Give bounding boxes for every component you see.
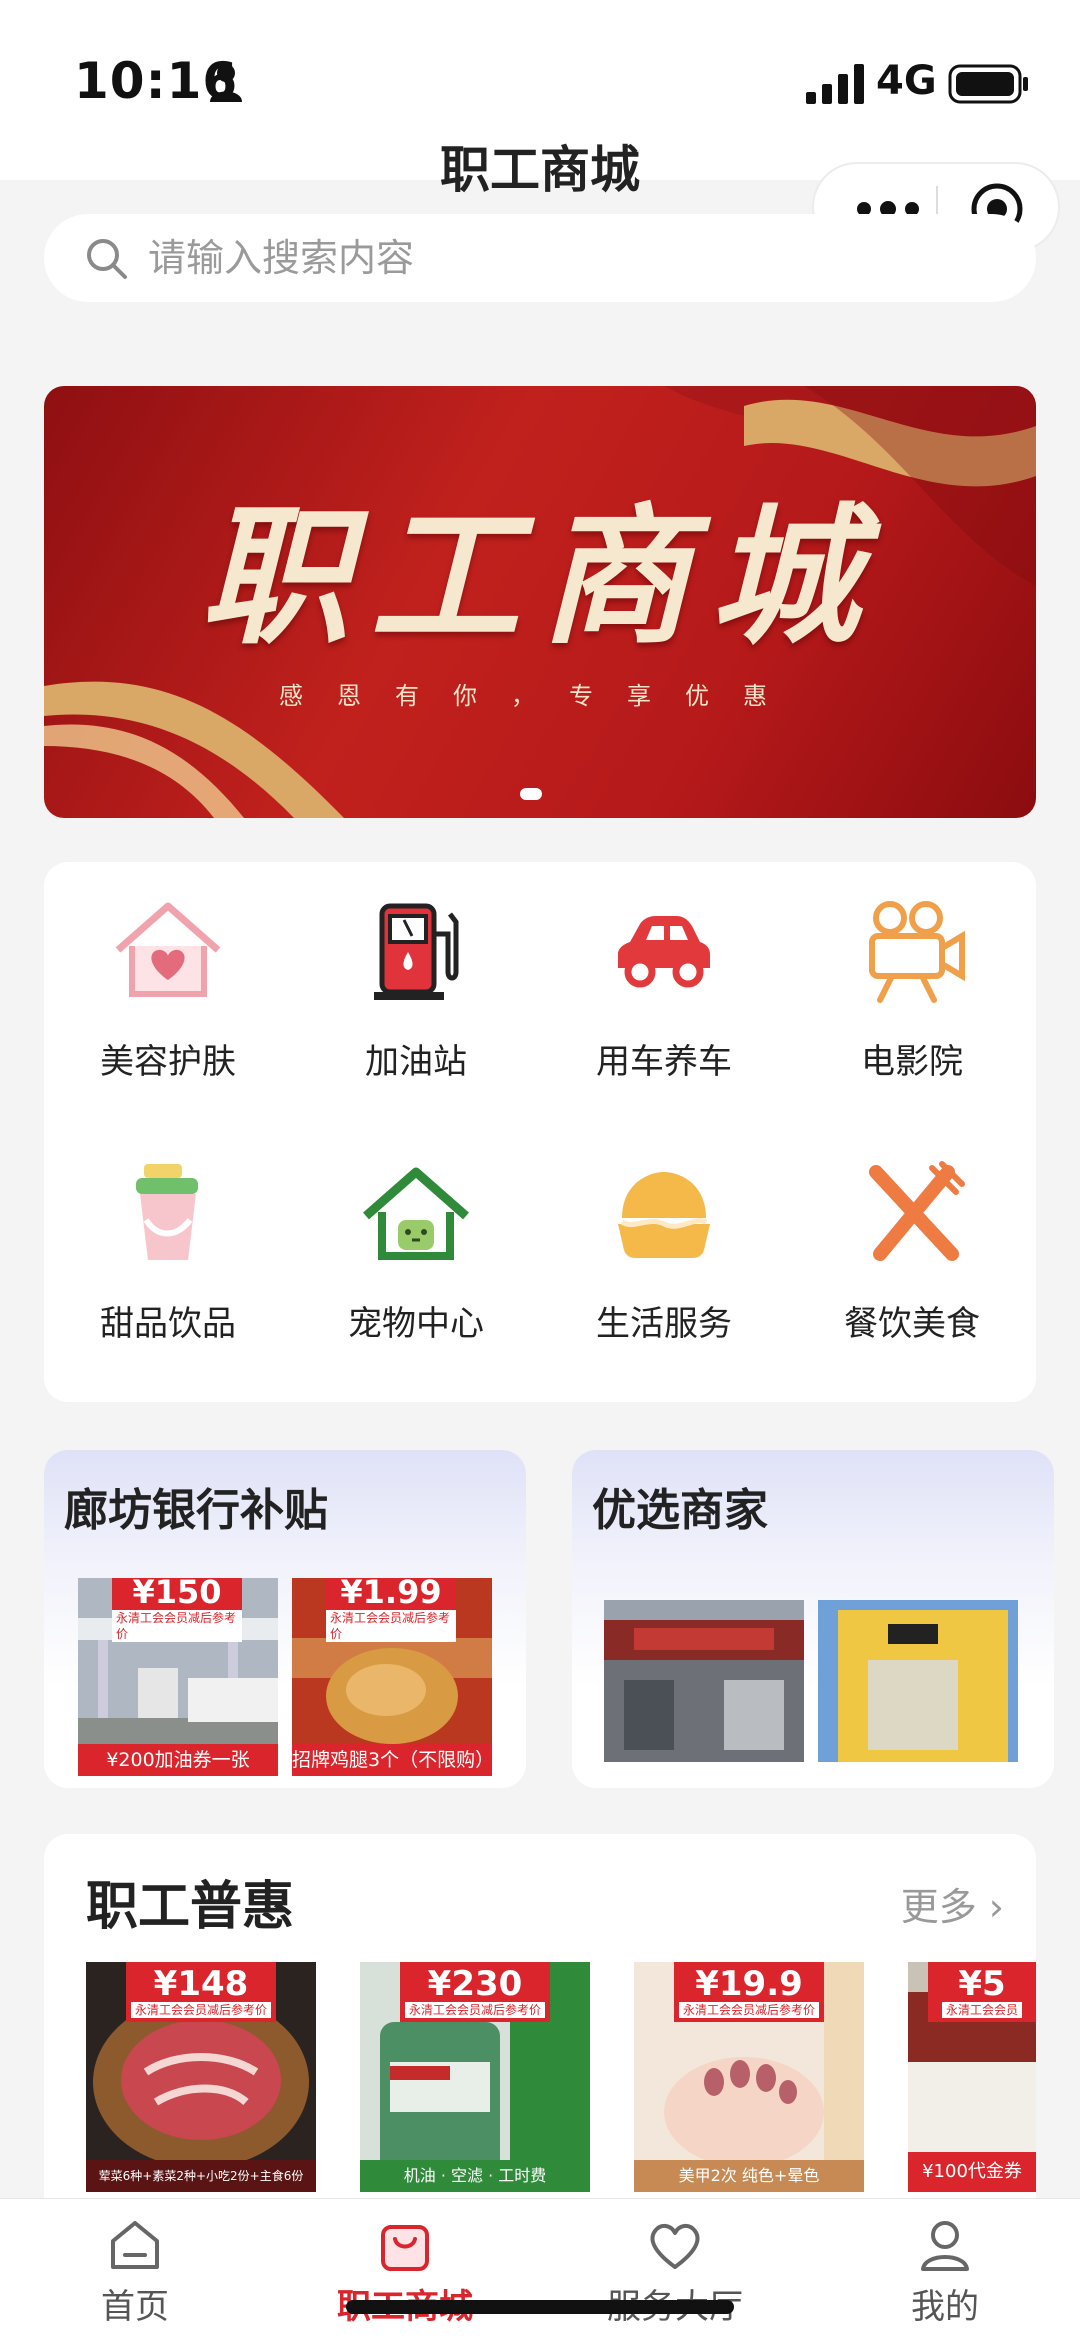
deal-caption: 机油 · 空滤 · 工时费 — [360, 2160, 590, 2192]
signal-icon — [806, 64, 864, 104]
category-life-services[interactable]: 生活服务 — [540, 1124, 788, 1384]
section-title: 职工普惠 — [86, 1877, 295, 1937]
tab-service-hall[interactable]: 服务大厅 — [540, 2199, 810, 2339]
promo-item-fuel-coupon[interactable]: ¥150 永清工会会员减后参考价 ¥200加油券一张 — [78, 1578, 278, 1776]
more-link[interactable]: 更多 › — [901, 1876, 1004, 1931]
category-pet-center[interactable]: 宠物中心 — [292, 1124, 540, 1384]
storefront-photo — [604, 1600, 804, 1762]
deal-caption: ¥100代金券 — [908, 2152, 1036, 2192]
category-label: 用车养车 — [596, 1042, 732, 1082]
category-dining[interactable]: 餐饮美食 — [788, 1124, 1036, 1384]
price-value: ¥150 — [132, 1578, 222, 1611]
price-value: ¥19.9 — [695, 1964, 803, 2004]
price-value: ¥230 — [427, 1964, 523, 2004]
category-label: 宠物中心 — [348, 1304, 484, 1344]
network-label: 4G — [876, 58, 937, 104]
banner-title: 职工商城 — [199, 489, 880, 665]
promo-item-chicken-leg[interactable]: ¥1.99 永清工会会员减后参考价 招牌鸡腿3个（不限购） — [292, 1578, 492, 1776]
battery-icon — [948, 64, 1028, 104]
deal-caption: 荤菜6种+素菜2种+小吃2份+主食6份 — [86, 2160, 316, 2192]
price-value: ¥5 — [958, 1964, 1006, 2004]
category-desserts[interactable]: 甜品饮品 — [44, 1124, 292, 1384]
promo-caption: 招牌鸡腿3个（不限购） — [292, 1744, 492, 1776]
category-label: 生活服务 — [596, 1304, 732, 1344]
price-value: ¥1.99 — [340, 1578, 442, 1611]
category-gas-station[interactable]: 加油站 — [292, 862, 540, 1122]
hero-banner[interactable]: 职工商城 感恩有你，专享优惠 — [44, 386, 1036, 818]
promo-bank-subsidy[interactable]: 廊坊银行补贴 ¥150 永清工会会员减后参考价 ¥200加油券一张 ¥1.99 … — [44, 1450, 526, 1788]
category-car-care[interactable]: 用车养车 — [540, 862, 788, 1122]
search-input[interactable] — [148, 236, 948, 280]
category-label: 甜品饮品 — [100, 1304, 236, 1344]
fork-knife-icon — [869, 1161, 965, 1261]
price-note: 永清工会会员减后参考价 — [404, 2002, 545, 2018]
deal-caption: 美甲2次 纯色+晕色 — [634, 2160, 864, 2192]
category-label: 餐饮美食 — [844, 1304, 980, 1344]
person-icon — [210, 64, 242, 102]
tab-profile[interactable]: 我的 — [810, 2199, 1080, 2339]
promo-caption: ¥200加油券一张 — [78, 1744, 278, 1776]
price-value: ¥148 — [153, 1964, 249, 2004]
fuel-pump-icon — [374, 903, 459, 1000]
price-tag: ¥1.99 永清工会会员减后参考价 — [326, 1578, 456, 1642]
tab-label: 我的 — [911, 2287, 979, 2327]
promo-title: 优选商家 — [592, 1485, 768, 1536]
price-note: 永清工会会员 — [941, 2002, 1022, 2018]
carousel-indicator — [520, 788, 542, 800]
promo-title: 廊坊银行补贴 — [64, 1485, 328, 1536]
deal-card-voucher[interactable]: ¥5 永清工会会员 ¥100代金券 — [908, 1962, 1036, 2192]
pet-house-icon — [363, 1167, 469, 1260]
category-label: 电影院 — [861, 1042, 963, 1082]
category-grid: 美容护肤 加油站 用车养车 电影院 甜品饮品 宠物中心 生活服务 餐饮美食 — [44, 862, 1036, 1402]
deal-card-engine-oil[interactable]: ¥230 永清工会会员减后参考价 机油 · 空滤 · 工时费 — [360, 1962, 590, 2192]
merchant-photo-2[interactable] — [818, 1600, 1018, 1762]
category-cinema[interactable]: 电影院 — [788, 862, 1036, 1122]
tab-home[interactable]: 首页 — [0, 2199, 270, 2339]
heart-icon — [650, 2224, 700, 2269]
price-tag: ¥5 永清工会会员 — [928, 1962, 1036, 2022]
price-note: 永清工会会员减后参考价 — [130, 2002, 271, 2018]
price-note: 永清工会会员减后参考价 — [326, 1610, 456, 1642]
banner-subtitle: 感恩有你，专享优惠 — [279, 682, 801, 710]
tab-label: 首页 — [101, 2287, 169, 2327]
category-label: 加油站 — [365, 1042, 467, 1082]
movie-camera-icon — [869, 901, 965, 1003]
search-icon — [87, 239, 127, 279]
bun-icon — [618, 1172, 710, 1258]
price-note: 永清工会会员减后参考价 — [112, 1610, 242, 1642]
price-tag: ¥230 永清工会会员减后参考价 — [400, 1962, 550, 2022]
price-tag: ¥148 永清工会会员减后参考价 — [126, 1962, 276, 2022]
car-icon — [618, 916, 710, 988]
home-icon — [111, 2221, 159, 2269]
merchant-photo-1[interactable] — [604, 1600, 804, 1762]
price-tag: ¥19.9 永清工会会员减后参考价 — [674, 1962, 824, 2022]
price-note: 永清工会会员减后参考价 — [678, 2002, 819, 2018]
tab-employee-mall[interactable]: 职工商城 — [270, 2199, 540, 2339]
shopping-bag-icon — [381, 2225, 429, 2271]
house-heart-icon — [115, 902, 221, 997]
search-bar[interactable] — [44, 214, 1036, 302]
price-tag: ¥150 永清工会会员减后参考价 — [112, 1578, 242, 1642]
home-indicator — [346, 2300, 734, 2314]
promo-selected-merchants[interactable]: 优选商家 — [572, 1450, 1054, 1788]
user-icon — [921, 2221, 969, 2271]
drink-cup-icon — [136, 1164, 198, 1260]
deal-card-manicure[interactable]: ¥19.9 永清工会会员减后参考价 美甲2次 纯色+晕色 — [634, 1962, 864, 2192]
bottom-tab-bar: 首页 职工商城 服务大厅 我的 — [0, 2198, 1080, 2339]
category-label: 美容护肤 — [100, 1042, 236, 1082]
category-beauty[interactable]: 美容护肤 — [44, 862, 292, 1122]
storefront-photo — [818, 1600, 1018, 1762]
deal-card-hotpot[interactable]: ¥148 永清工会会员减后参考价 荤菜6种+素菜2种+小吃2份+主食6份 — [86, 1962, 316, 2192]
